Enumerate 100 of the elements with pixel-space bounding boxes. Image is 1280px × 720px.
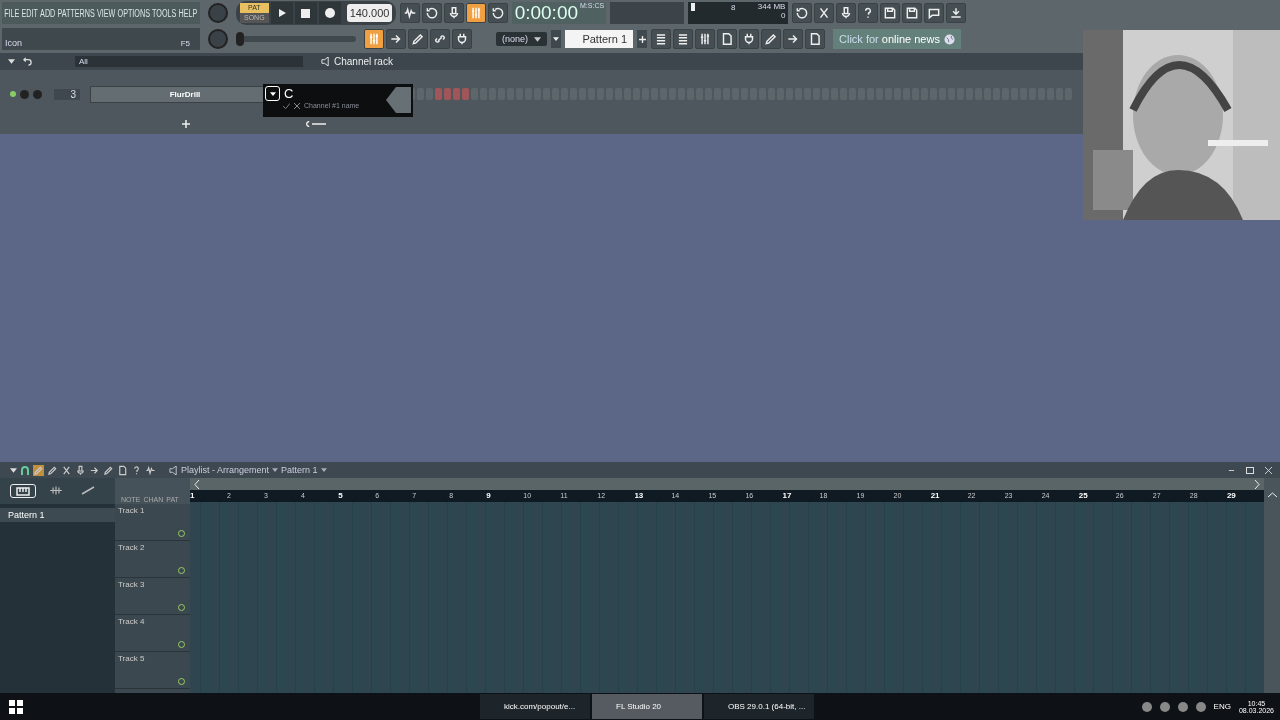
track-name[interactable]: Track 1: [118, 506, 145, 515]
wave-icon: [403, 6, 418, 20]
reset-button[interactable]: [792, 3, 813, 23]
volume-knob[interactable]: [33, 89, 42, 99]
pattern-selector[interactable]: Pattern 1: [565, 30, 633, 48]
tool-button[interactable]: [761, 29, 781, 49]
tool-toggle[interactable]: [364, 29, 384, 49]
record-option-toggle[interactable]: [444, 3, 465, 23]
close-icon[interactable]: [294, 102, 300, 109]
maximize-button[interactable]: [1246, 466, 1254, 474]
mixer-button[interactable]: [695, 29, 715, 49]
hand-button[interactable]: [783, 29, 803, 49]
download-button[interactable]: [946, 3, 967, 23]
pattern-item[interactable]: Pattern 1: [0, 508, 115, 522]
scissors-icon: [61, 464, 72, 476]
mixer-track-number[interactable]: 3: [54, 88, 80, 100]
shop-button[interactable]: [805, 29, 825, 49]
cpu-meter: [691, 3, 696, 11]
tray-icon[interactable]: [1195, 701, 1206, 712]
tray-icon[interactable]: [1141, 701, 1152, 712]
menu-item[interactable]: ADD: [40, 7, 56, 19]
tool-button[interactable]: [61, 464, 72, 476]
play-button[interactable]: [270, 2, 293, 24]
track-name[interactable]: Track 2: [118, 543, 145, 552]
globe-icon: [943, 33, 955, 45]
magnet-icon[interactable]: [20, 465, 30, 475]
caret-icon[interactable]: [272, 468, 279, 472]
menu-item[interactable]: FILE: [4, 7, 20, 19]
tool-toggle[interactable]: [430, 29, 450, 49]
tray-icon[interactable]: [1177, 701, 1188, 712]
news-button[interactable]: Click for online news: [833, 29, 961, 49]
vertical-scrollbar[interactable]: [1264, 478, 1280, 693]
browser-button[interactable]: [651, 29, 671, 49]
save-button[interactable]: [880, 3, 901, 23]
help-button[interactable]: [858, 3, 879, 23]
record-option-toggle[interactable]: [422, 3, 443, 23]
record-option-toggle[interactable]: [400, 3, 421, 23]
menu-item[interactable]: TOOLS: [152, 7, 177, 19]
close-button[interactable]: [1265, 466, 1272, 474]
pan-knob[interactable]: [20, 89, 29, 99]
color-swatch[interactable]: [386, 87, 411, 113]
undo-icon[interactable]: [23, 57, 32, 66]
track-name[interactable]: Track 4: [118, 617, 145, 626]
tool-toggle[interactable]: [452, 29, 472, 49]
add-pattern-button[interactable]: [637, 30, 647, 48]
tool-button[interactable]: [117, 464, 128, 476]
filter-dropdown[interactable]: All: [75, 56, 303, 67]
step-button[interactable]: [435, 88, 442, 100]
track-name[interactable]: Track 3: [118, 580, 145, 589]
menu-item[interactable]: HELP: [178, 7, 198, 19]
snap-dropdown[interactable]: (none): [496, 32, 547, 46]
caret-icon[interactable]: [320, 468, 327, 472]
zoom-handle[interactable]: [306, 121, 326, 127]
plugin-button[interactable]: [739, 29, 759, 49]
add-channel-icon[interactable]: [182, 120, 190, 128]
taskbar-app[interactable]: kick.com/popout/e...: [480, 694, 590, 719]
tool-button[interactable]: [131, 464, 142, 476]
project-button[interactable]: [717, 29, 737, 49]
pattern-menu-button[interactable]: [551, 30, 561, 48]
loop-icon: [425, 6, 440, 20]
list-icon: [654, 32, 668, 46]
record-option-toggle[interactable]: [488, 3, 509, 23]
tool-toggle[interactable]: [386, 29, 406, 49]
bar-number: 5: [338, 490, 344, 502]
taskbar-app[interactable]: FL Studio 20: [592, 694, 702, 719]
pitch-knob[interactable]: [208, 29, 228, 49]
chat-button[interactable]: [924, 3, 945, 23]
step-button[interactable]: [453, 88, 460, 100]
wave-icon: [145, 464, 156, 476]
name-input-field[interactable]: C: [284, 86, 294, 101]
stop-button[interactable]: [294, 2, 317, 24]
menu-item[interactable]: VIEW: [96, 7, 116, 19]
tool-toggle[interactable]: [408, 29, 428, 49]
tray-icon[interactable]: [1159, 701, 1170, 712]
volume-knob[interactable]: [208, 3, 228, 23]
taskbar-app[interactable]: OBS 29.0.1 (64-bit, ...: [704, 694, 814, 719]
menu-item[interactable]: OPTIONS: [117, 7, 150, 19]
track-name[interactable]: Track 5: [118, 654, 145, 663]
export-button[interactable]: [902, 3, 923, 23]
record-option-toggle[interactable]: [466, 3, 487, 23]
keyboard-language[interactable]: ENG: [1213, 702, 1231, 711]
polyphony-value: 0: [780, 11, 786, 20]
history-dropdown[interactable]: [265, 86, 280, 101]
channel-led[interactable]: [10, 91, 16, 97]
menu-item[interactable]: PATTERNS: [57, 7, 95, 19]
check-icon[interactable]: [283, 102, 290, 109]
horizontal-scrollbar[interactable]: [190, 478, 1264, 490]
caret-icon: [269, 91, 276, 96]
step-button[interactable]: [444, 88, 451, 100]
piano-mode-button[interactable]: [10, 484, 36, 498]
record-button[interactable]: [318, 2, 341, 24]
caret-icon[interactable]: [8, 59, 15, 64]
caret-icon[interactable]: [10, 467, 17, 473]
step-button[interactable]: [462, 88, 469, 100]
tempo-display[interactable]: 140.000: [346, 4, 393, 22]
menu-item[interactable]: EDIT: [21, 7, 38, 19]
microphone-button[interactable]: [836, 3, 857, 23]
channel-rack-button[interactable]: [673, 29, 693, 49]
cut-button[interactable]: [814, 3, 835, 23]
playlist-pattern[interactable]: Pattern 1: [281, 465, 318, 475]
